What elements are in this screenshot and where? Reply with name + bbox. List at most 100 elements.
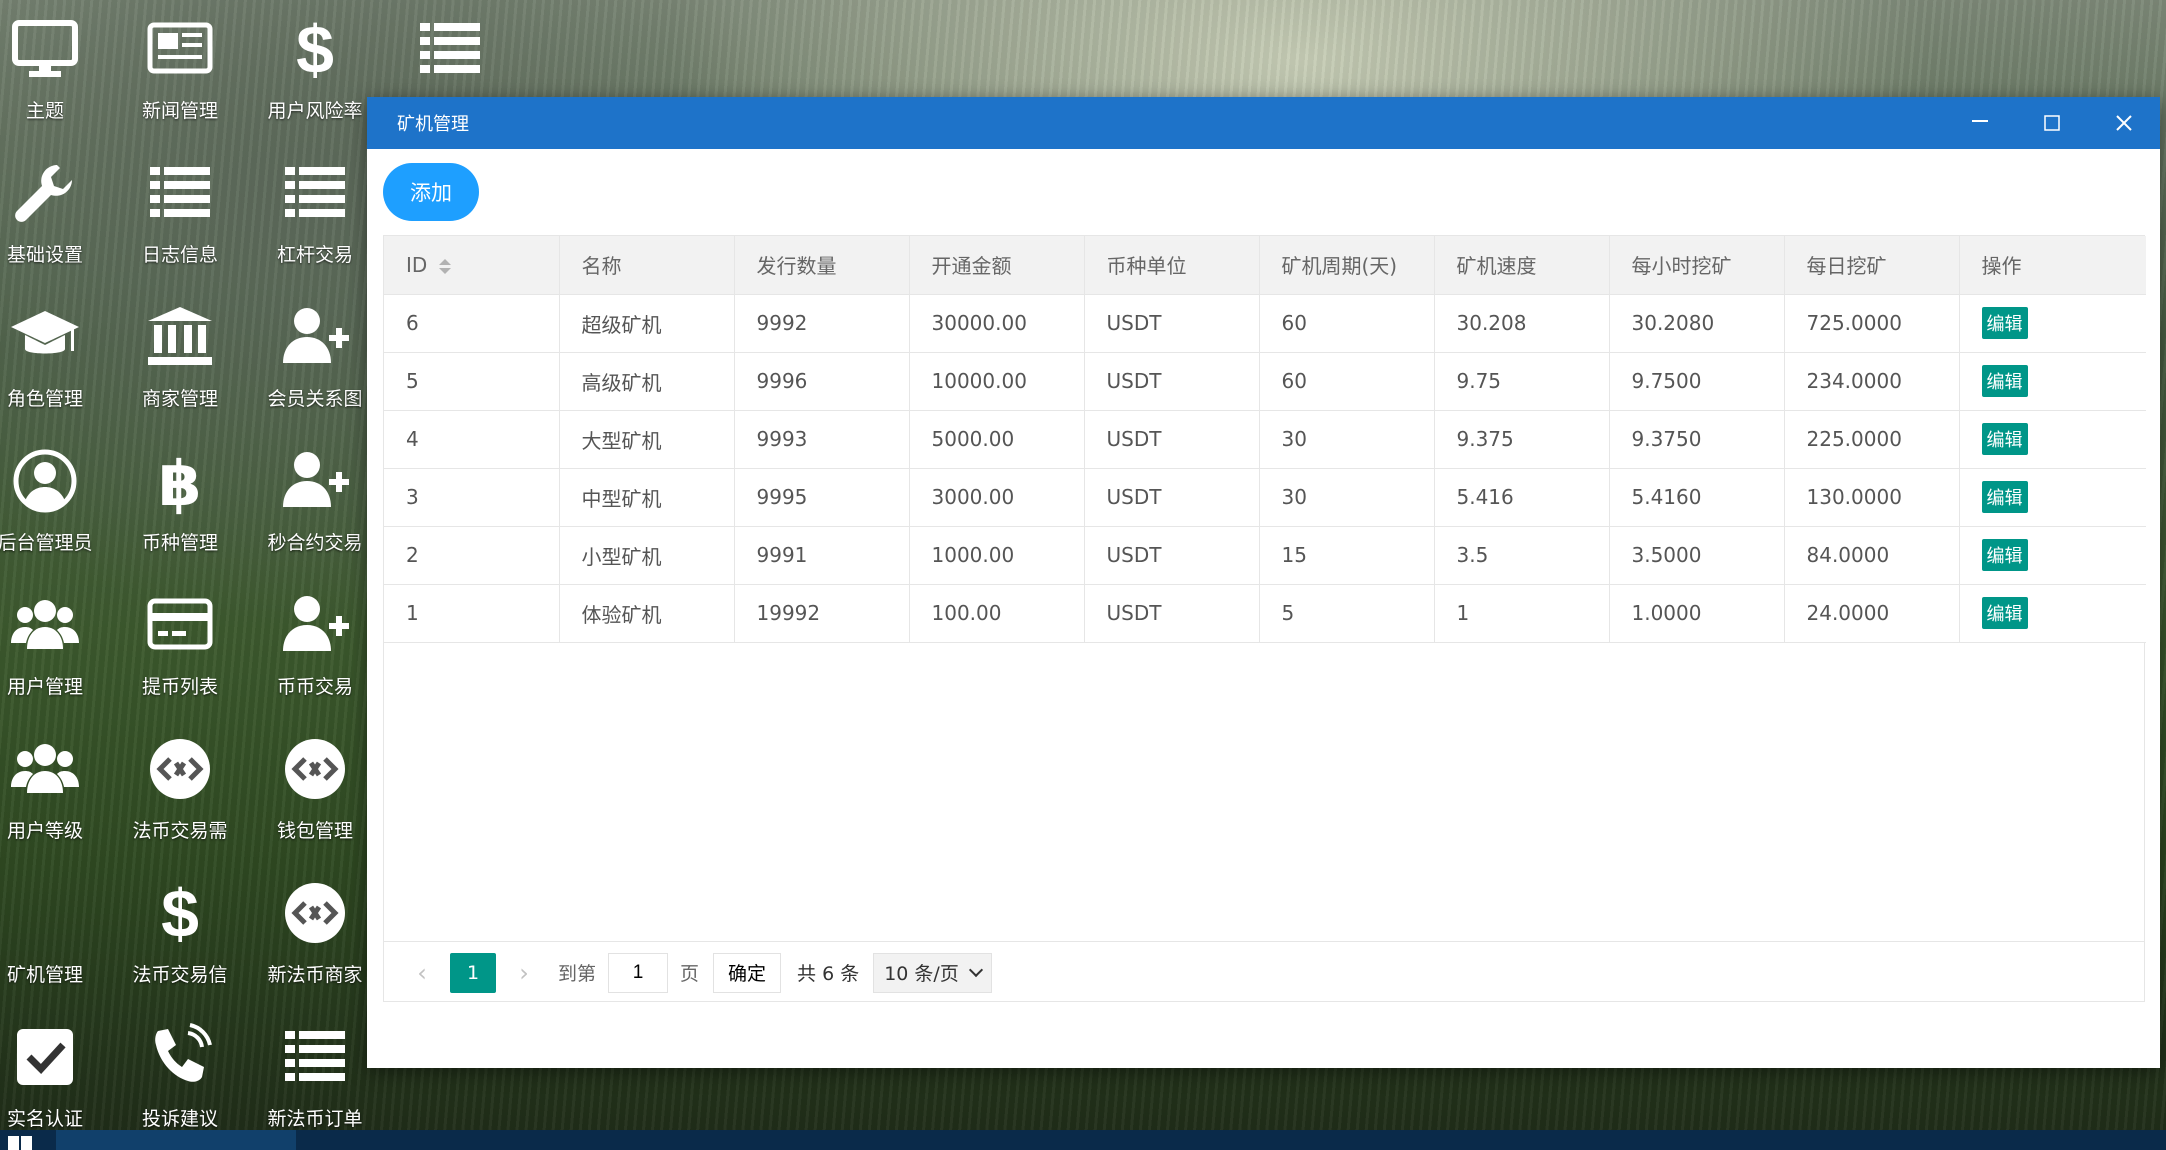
- desktop-icon-15[interactable]: 币币交易: [250, 576, 380, 716]
- cell-value: 15: [1281, 543, 1307, 567]
- close-button[interactable]: [2088, 97, 2160, 149]
- cell-value: 9996: [756, 369, 808, 393]
- cell-value: 9.3750: [1631, 427, 1702, 451]
- desktop-icon-label: 用户管理: [6, 676, 83, 698]
- desktop-icon-22[interactable]: 实名认证: [0, 1008, 110, 1148]
- taskbar: [0, 1130, 2166, 1150]
- desktop-icon-label: 杠杆交易: [276, 244, 353, 266]
- table-cell: 编辑: [1959, 352, 2146, 411]
- table-header-row: ID 名称 发行数量 开通金额 币种单位 矿机周期(天) 矿机速度 每小时挖矿 每日挖矿 操作: [384, 236, 2146, 295]
- desktop-icon-1[interactable]: 新闻管理: [115, 0, 245, 140]
- table-cell: 1.0000: [1609, 584, 1785, 643]
- desktop-icon-23[interactable]: 投诉建议: [115, 1008, 245, 1148]
- column-header[interactable]: ID: [384, 236, 560, 295]
- desktop-icon-19[interactable]: 矿机管理: [0, 864, 110, 1004]
- column-header-label: 矿机速度: [1456, 254, 1537, 279]
- desktop-icon-label: 角色管理: [6, 388, 83, 410]
- cell-value: 10000.00: [931, 369, 1027, 393]
- cell-value: USDT: [1106, 543, 1162, 567]
- desktop-icon-12[interactable]: 秒合约交易: [250, 432, 380, 572]
- page-size-select[interactable]: 10 条/页: [873, 952, 992, 993]
- prev-page-button[interactable]: ‹: [404, 959, 440, 987]
- cell-value: 30000.00: [931, 311, 1027, 335]
- newspaper-icon: [135, 4, 225, 94]
- user-plus-icon: [270, 436, 360, 526]
- desktop-icon-13[interactable]: 用户管理: [0, 576, 110, 716]
- list-icon: [135, 148, 225, 238]
- table-cell: 9.375: [1434, 410, 1610, 469]
- desktop-icon-17[interactable]: 法币交易需: [115, 720, 245, 860]
- desktop-icon-16[interactable]: 用户等级: [0, 720, 110, 860]
- cell-value: 6: [406, 311, 419, 335]
- desktop-icon-0[interactable]: 主题: [0, 0, 110, 140]
- maximize-button[interactable]: [2016, 97, 2088, 149]
- table-cell: USDT: [1084, 468, 1260, 527]
- cell-value: USDT: [1106, 311, 1162, 335]
- dollar-icon: $: [270, 4, 360, 94]
- cell-value: 9991: [756, 543, 808, 567]
- current-page[interactable]: 1: [450, 952, 496, 993]
- desktop-icon-2[interactable]: $ 用户风险率: [250, 0, 380, 140]
- desktop-icon-18[interactable]: 钱包管理: [250, 720, 380, 860]
- goto-prefix-label: 到第: [558, 963, 597, 985]
- cell-value: 9.375: [1456, 427, 1514, 451]
- desktop-icon-4[interactable]: 基础设置: [0, 144, 110, 284]
- list-icon: [405, 4, 495, 94]
- add-button[interactable]: 添加: [383, 163, 479, 221]
- desktop-icon-20[interactable]: $ 法币交易信: [115, 864, 245, 1004]
- window-titlebar[interactable]: 矿机管理: [367, 97, 2160, 149]
- column-header-label: 开通金额: [931, 254, 1012, 279]
- desktop-icon-label: 实名认证: [6, 1108, 83, 1130]
- cell-value: 60: [1281, 369, 1307, 393]
- cell-value: 30: [1281, 485, 1307, 509]
- user-circle-icon: [0, 436, 90, 526]
- cell-value: 9992: [756, 311, 808, 335]
- taskbar-item[interactable]: [56, 1130, 296, 1150]
- desktop-icon-label: 日志信息: [141, 244, 218, 266]
- next-page-button[interactable]: ›: [506, 959, 542, 987]
- confirm-goto-button[interactable]: 确定: [713, 952, 782, 993]
- desktop-icon-label: 新法币订单: [267, 1108, 363, 1130]
- desktop-icon-7[interactable]: 角色管理: [0, 288, 110, 428]
- column-header-label: 名称: [581, 254, 622, 279]
- table-cell: 15: [1259, 526, 1435, 585]
- edit-button[interactable]: 编辑: [1981, 365, 2028, 397]
- edit-button[interactable]: 编辑: [1981, 481, 2028, 513]
- edit-button[interactable]: 编辑: [1981, 539, 2028, 571]
- cell-value: 1: [1456, 601, 1470, 625]
- edit-button[interactable]: 编辑: [1981, 597, 2028, 629]
- table-cell: 1: [1434, 584, 1610, 643]
- table-row: 3 中型矿机 9995 3000.00 USDT 30 5.416 5.4160 130.000…: [384, 468, 2146, 527]
- cell-value: 5.416: [1456, 485, 1514, 509]
- desktop-icon-8[interactable]: 商家管理: [115, 288, 245, 428]
- desktop-icon-5[interactable]: 日志信息: [115, 144, 245, 284]
- desktop-icon-6[interactable]: 杠杆交易: [250, 144, 380, 284]
- desktop-icon-24[interactable]: 新法币订单: [250, 1008, 380, 1148]
- table-cell: 4: [384, 410, 560, 469]
- goto-page-input[interactable]: [608, 952, 669, 993]
- desktop-icon-9[interactable]: 会员关系图: [250, 288, 380, 428]
- chevron-down-icon: [968, 962, 983, 977]
- table-cell: 9993: [734, 410, 910, 469]
- link-circle-icon: [135, 724, 225, 814]
- table-cell: 9.3750: [1609, 410, 1785, 469]
- desktop-icon-10[interactable]: 后台管理员: [0, 432, 110, 572]
- desktop-icon-label: 币币交易: [276, 676, 353, 698]
- windows-start-icon[interactable]: [8, 1134, 32, 1150]
- cell-value: 130.0000: [1806, 485, 1902, 509]
- desktop-icon-label: 用户风险率: [267, 100, 363, 122]
- desktop-icon-14[interactable]: 提币列表: [115, 576, 245, 716]
- desktop-icon-21[interactable]: 新法币商家: [250, 864, 380, 1004]
- cell-value: 3.5: [1456, 543, 1489, 567]
- edit-button[interactable]: 编辑: [1981, 423, 2028, 455]
- minimize-button[interactable]: [1944, 97, 2016, 149]
- table-cell: 3: [384, 468, 560, 527]
- edit-button[interactable]: 编辑: [1981, 307, 2028, 339]
- column-header: 币种单位: [1084, 236, 1260, 295]
- desktop-icon-11[interactable]: ฿ 币种管理: [115, 432, 245, 572]
- table-cell: 10000.00: [909, 352, 1085, 411]
- cell-value: 24.0000: [1806, 601, 1890, 625]
- sort-icon[interactable]: [439, 258, 452, 274]
- desktop-icon-label: 法币交易需: [132, 820, 228, 842]
- cell-value: 3: [406, 485, 419, 509]
